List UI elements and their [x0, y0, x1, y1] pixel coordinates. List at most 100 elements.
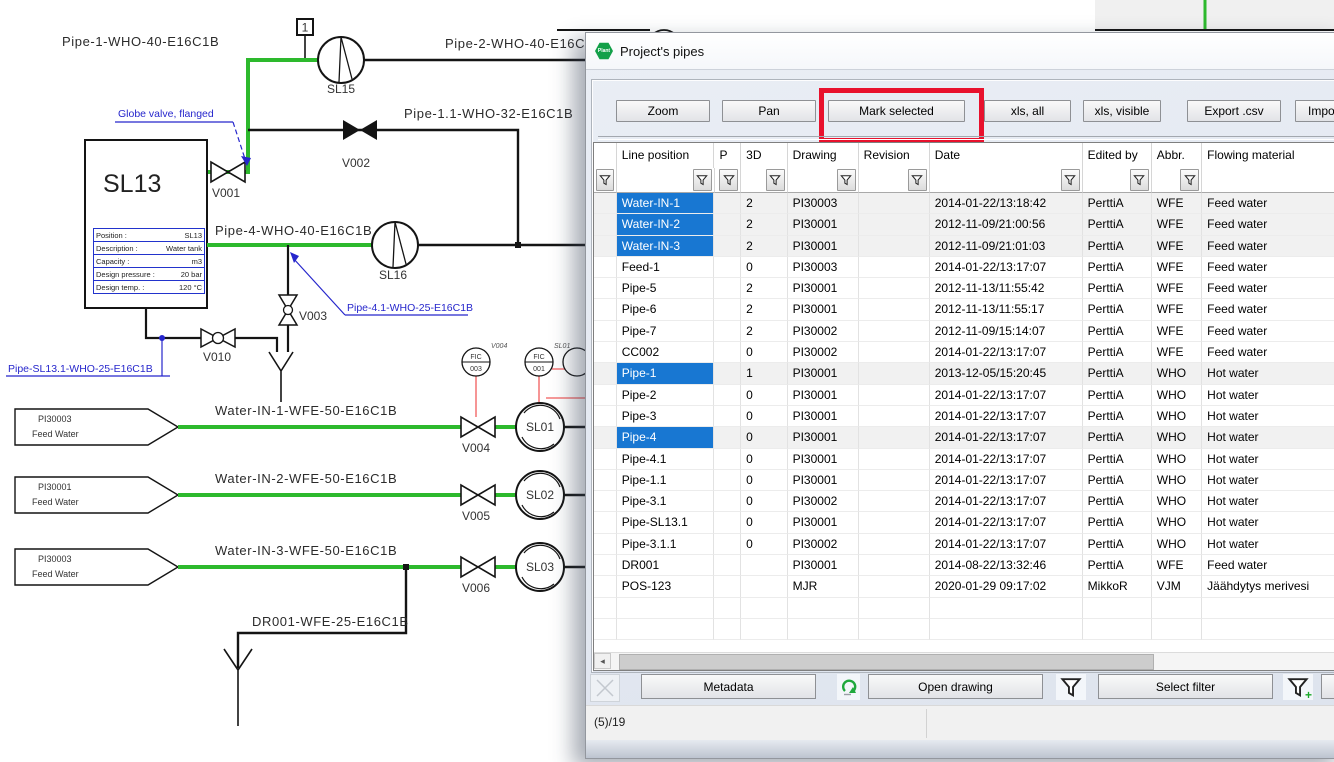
cell: Hot water	[1202, 534, 1334, 555]
column-header[interactable]: Line position	[617, 143, 715, 168]
table-row[interactable]: POS-123MJR2020-01-29 09:17:02MikkoRVJMJä…	[594, 576, 1334, 597]
filter-funnel-icon[interactable]	[693, 169, 712, 191]
svg-text:V010: V010	[203, 350, 231, 364]
dialog-panel: Zoom Pan Mark selected xls, all xls, vis…	[591, 79, 1334, 673]
dialog-titlebar[interactable]: Plant Project's pipes	[586, 33, 1334, 70]
filter-funnel-icon[interactable]	[908, 169, 927, 191]
table-row[interactable]: DR001PI300012014-08-22/13:32:46PerttiAWF…	[594, 555, 1334, 576]
cell: PI30001	[788, 278, 859, 299]
column-header[interactable]: Flowing material	[1202, 143, 1334, 168]
table-row[interactable]: Water-IN-22PI300012012-11-09/21:00:56Per…	[594, 214, 1334, 235]
table-row[interactable]: Pipe-62PI300012012-11-13/11:55:17PerttiA…	[594, 299, 1334, 320]
table-row[interactable]: Pipe-40PI300012014-01-22/13:17:07PerttiA…	[594, 427, 1334, 448]
horizontal-scrollbar[interactable]: ◂	[594, 652, 1334, 670]
column-header[interactable]: Abbr.	[1152, 143, 1202, 168]
column-header[interactable]: Date	[930, 143, 1083, 168]
cell: Pipe-4	[617, 427, 715, 448]
table-row[interactable]: Pipe-11PI300012013-12-05/15:20:45PerttiA…	[594, 363, 1334, 384]
filter-cell[interactable]	[859, 168, 930, 193]
svg-text:Pipe-4.1-WHO-25-E16C1B: Pipe-4.1-WHO-25-E16C1B	[347, 302, 473, 314]
table-row[interactable]: Pipe-SL13.10PI300012014-01-22/13:17:07Pe…	[594, 512, 1334, 533]
filter-funnel-icon[interactable]	[719, 169, 738, 191]
column-header[interactable]: Edited by	[1083, 143, 1152, 168]
scrollbar-thumb[interactable]	[619, 654, 1154, 670]
table-row[interactable]: Pipe-52PI300012012-11-13/11:55:42PerttiA…	[594, 278, 1334, 299]
table-row[interactable]: Water-IN-32PI300012012-11-09/21:01:03Per…	[594, 236, 1334, 257]
cell: 0	[741, 470, 787, 491]
import-button[interactable]: Import	[1295, 100, 1334, 122]
filter-funnel-icon[interactable]	[596, 169, 614, 191]
filter-cell[interactable]	[1202, 168, 1334, 193]
svg-text:Pipe-SL13.1-WHO-25-E16C1B: Pipe-SL13.1-WHO-25-E16C1B	[8, 363, 153, 375]
column-header[interactable]	[594, 143, 617, 168]
cell	[594, 385, 617, 406]
cell	[1083, 619, 1152, 640]
table-row[interactable]: Pipe-3.1.10PI300022014-01-22/13:17:07Per…	[594, 534, 1334, 555]
cell	[859, 321, 930, 342]
column-header[interactable]: Revision	[859, 143, 930, 168]
export-csv-button[interactable]: Export .csv	[1187, 100, 1281, 122]
table-row[interactable]: Pipe-72PI300022012-11-09/15:14:07PerttiA…	[594, 321, 1334, 342]
filter-funnel-icon[interactable]	[1130, 169, 1149, 191]
column-header[interactable]: 3D	[741, 143, 787, 168]
svg-text:FIC: FIC	[533, 354, 544, 361]
scroll-left-arrow-icon[interactable]: ◂	[594, 653, 611, 669]
table-row[interactable]: Pipe-20PI300012014-01-22/13:17:07PerttiA…	[594, 385, 1334, 406]
table-row[interactable]: Water-IN-12PI300032014-01-22/13:18:42Per…	[594, 193, 1334, 214]
filter-funnel-icon[interactable]	[766, 169, 785, 191]
cell	[859, 470, 930, 491]
filter-cell[interactable]	[715, 168, 742, 193]
pan-button[interactable]: Pan	[722, 100, 816, 122]
filter-funnel-icon[interactable]	[1180, 169, 1199, 191]
filter-cell[interactable]	[617, 168, 715, 193]
filter-funnel-icon[interactable]	[1061, 169, 1080, 191]
filter-cell[interactable]	[1083, 168, 1152, 193]
filter-funnel-icon[interactable]	[1056, 674, 1086, 700]
filter-cell[interactable]	[741, 168, 787, 193]
table-row[interactable]: Feed-10PI300032014-01-22/13:17:07PerttiA…	[594, 257, 1334, 278]
cell	[594, 619, 617, 640]
cell: 2014-01-22/13:17:07	[930, 449, 1083, 470]
svg-text:SL13: SL13	[103, 170, 161, 198]
metadata-button[interactable]: Metadata	[641, 674, 816, 699]
add-filter-funnel-icon[interactable]: +	[1283, 674, 1313, 700]
filter-funnel-icon[interactable]	[837, 169, 856, 191]
cell	[594, 236, 617, 257]
column-header[interactable]: P	[714, 143, 741, 168]
cell: 2	[741, 321, 787, 342]
cell: Hot water	[1202, 406, 1334, 427]
cell: WHO	[1152, 470, 1202, 491]
cell	[714, 278, 741, 299]
cell: Hot water	[1202, 385, 1334, 406]
screen: 1 Pipe-1-WHO-40-E16C1B Pipe-2-WHO-40-E16…	[0, 0, 1334, 762]
refresh-icon[interactable]	[837, 674, 860, 700]
table-row[interactable]: Pipe-3.10PI300022014-01-22/13:17:07Pertt…	[594, 491, 1334, 512]
cutoff-button[interactable]	[1321, 674, 1334, 699]
cell	[594, 342, 617, 363]
select-filter-button[interactable]: Select filter	[1098, 674, 1273, 699]
cell: PerttiA	[1083, 470, 1152, 491]
cell: PerttiA	[1083, 278, 1152, 299]
table-row[interactable]: CC0020PI300022014-01-22/13:17:07PerttiAW…	[594, 342, 1334, 363]
cell	[859, 598, 930, 619]
open-drawing-button[interactable]: Open drawing	[868, 674, 1043, 699]
xls-all-button[interactable]: xls, all	[984, 100, 1071, 122]
cell: PI30001	[788, 299, 859, 320]
cell: PI30001	[788, 385, 859, 406]
cell	[714, 555, 741, 576]
cell	[594, 576, 617, 597]
cell: WHO	[1152, 534, 1202, 555]
cell	[714, 342, 741, 363]
table-row[interactable]: Pipe-30PI300012014-01-22/13:17:07PerttiA…	[594, 406, 1334, 427]
xls-visible-button[interactable]: xls, visible	[1083, 100, 1161, 122]
zoom-button[interactable]: Zoom	[616, 100, 710, 122]
cell	[714, 576, 741, 597]
table-row[interactable]: Pipe-1.10PI300012014-01-22/13:17:07Pertt…	[594, 470, 1334, 491]
table-row[interactable]: Pipe-4.10PI300012014-01-22/13:17:07Pertt…	[594, 449, 1334, 470]
filter-cell[interactable]	[788, 168, 859, 193]
cell	[859, 299, 930, 320]
filter-cell[interactable]	[1152, 168, 1202, 193]
filter-cell[interactable]	[594, 168, 617, 193]
filter-cell[interactable]	[930, 168, 1083, 193]
column-header[interactable]: Drawing	[788, 143, 859, 168]
